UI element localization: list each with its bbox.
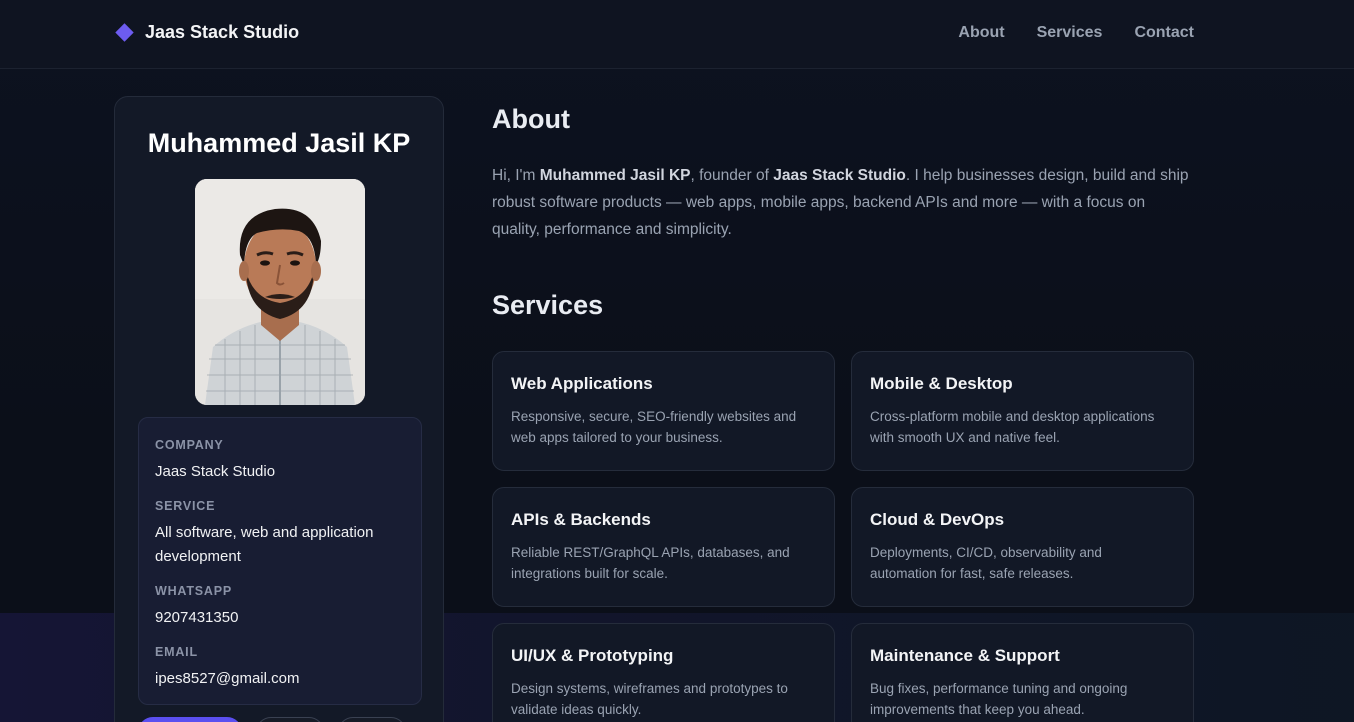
service-card[interactable]: Maintenance & Support Bug fixes, perform… (851, 623, 1194, 722)
about-name: Muhammed Jasil KP (539, 167, 691, 184)
service-card-desc: Cross-platform mobile and desktop applic… (870, 409, 1155, 445)
nav-contact[interactable]: Contact (1134, 24, 1194, 42)
service-card-title: UI/UX & Prototyping (511, 646, 674, 665)
company-label: COMPANY (155, 438, 224, 452)
service-card-title: Mobile & Desktop (870, 374, 1013, 393)
about-text: Hi, I'm Muhammed Jasil KP, founder of Ja… (492, 162, 1192, 243)
service-card-title: Maintenance & Support (870, 646, 1060, 665)
profile-card: Muhammed Jasil KP COMPANY Jaas Stack Stu… (114, 96, 444, 722)
nav-services[interactable]: Services (1037, 24, 1103, 42)
service-card-desc: Responsive, secure, SEO-friendly website… (511, 409, 797, 445)
service-card-title: APIs & Backends (511, 510, 651, 529)
service-card-desc: Bug fixes, performance tuning and ongoin… (870, 681, 1128, 717)
service-card[interactable]: APIs & Backends Reliable REST/GraphQL AP… (492, 487, 835, 607)
service-value: All software, web and application develo… (155, 524, 374, 565)
diamond-logo-icon (115, 23, 134, 42)
page: Jaas Stack Studio About Services Contact… (0, 0, 1354, 722)
email-value[interactable]: ipes8527@gmail.com (155, 667, 405, 691)
brand-name: Jaas Stack Studio (145, 22, 300, 42)
primary-action-button[interactable] (138, 717, 242, 722)
profile-photo (195, 179, 365, 405)
services-heading: Services (492, 290, 604, 320)
whatsapp-value[interactable]: 9207431350 (155, 606, 405, 630)
service-card-desc: Reliable REST/GraphQL APIs, databases, a… (511, 545, 790, 581)
profile-name: Muhammed Jasil KP (147, 128, 411, 158)
service-card[interactable]: Cloud & DevOps Deployments, CI/CD, obser… (851, 487, 1194, 607)
company-value: Jaas Stack Studio (155, 463, 276, 480)
tertiary-action-button[interactable] (338, 717, 406, 722)
service-card-desc: Design systems, wireframes and prototype… (511, 681, 788, 717)
nav-about[interactable]: About (958, 24, 1004, 42)
site-header: Jaas Stack Studio About Services Contact (0, 0, 1354, 69)
service-card[interactable]: Mobile & Desktop Cross-platform mobile a… (851, 351, 1194, 471)
service-card-desc: Deployments, CI/CD, observability and au… (870, 545, 1102, 581)
service-card-title: Cloud & DevOps (870, 510, 1005, 529)
main-nav: About Services Contact (958, 24, 1194, 42)
brand-link[interactable]: Jaas Stack Studio (115, 22, 299, 43)
about-intro: Hi, I'm (492, 167, 540, 184)
about-company: Jaas Stack Studio (773, 167, 906, 184)
service-card-title: Web Applications (511, 374, 653, 393)
service-card[interactable]: UI/UX & Prototyping Design systems, wire… (492, 623, 835, 722)
contact-info-box: COMPANY Jaas Stack Studio SERVICE All so… (138, 417, 422, 705)
about-heading: About (492, 104, 570, 134)
profile-actions (138, 717, 406, 722)
service-card[interactable]: Web Applications Responsive, secure, SEO… (492, 351, 835, 471)
whatsapp-label: WHATSAPP (155, 584, 232, 598)
service-label: SERVICE (155, 499, 216, 513)
secondary-action-button[interactable] (256, 717, 324, 722)
about-mid: , founder of (690, 167, 774, 184)
email-label: EMAIL (155, 645, 198, 659)
